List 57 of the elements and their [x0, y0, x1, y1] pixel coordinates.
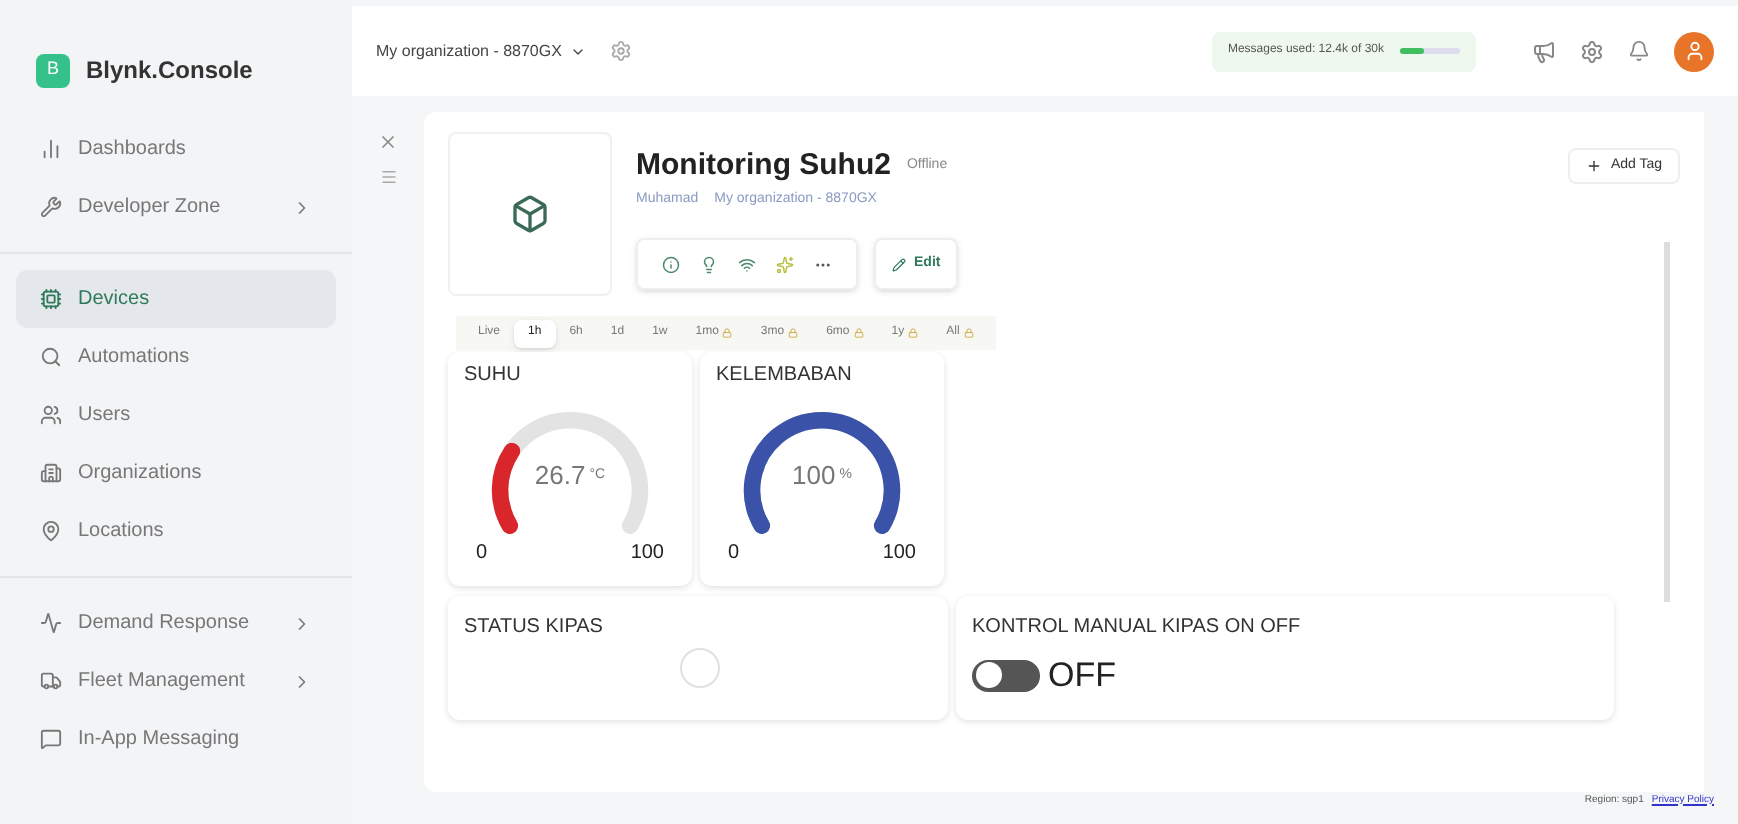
pencil-icon: [892, 257, 906, 271]
info-icon[interactable]: [662, 255, 680, 273]
device-title: Monitoring Suhu2: [636, 146, 891, 186]
wrench-icon: [40, 196, 62, 218]
sidebar-item[interactable]: Developer Zone: [16, 178, 336, 236]
sidebar-item[interactable]: Organizations: [16, 444, 336, 502]
gauge-value: 26.7$^{°C}$: [534, 458, 606, 495]
lock-icon: [963, 328, 974, 338]
sidebar-item[interactable]: Locations: [16, 502, 336, 560]
user-icon: [1683, 40, 1705, 62]
widget-title: KONTROL MANUAL KIPAS ON OFF: [972, 614, 1303, 642]
gauge-max: 100: [630, 540, 664, 568]
truck-icon: [40, 670, 62, 692]
megaphone-icon[interactable]: [1532, 39, 1556, 63]
search-icon: [40, 346, 62, 368]
users-icon: [40, 404, 62, 426]
pulse-icon: [40, 612, 62, 634]
sidebar-item[interactable]: Demand Response: [16, 594, 336, 652]
cube-icon: [510, 194, 550, 234]
bulb-icon[interactable]: [700, 255, 718, 273]
lock-icon: [853, 328, 864, 338]
sidebar-item[interactable]: Users: [16, 386, 336, 444]
sidebar-item[interactable]: In-App Messaging: [16, 710, 336, 768]
gear-icon[interactable]: [609, 40, 632, 62]
gauge-value: 100$^{%}$: [792, 458, 852, 495]
chart-icon: [40, 138, 62, 160]
settings-icon[interactable]: [1580, 39, 1604, 63]
lock-icon: [908, 328, 919, 338]
avatar[interactable]: [1674, 31, 1714, 71]
logo: B: [36, 53, 70, 87]
lock-icon: [722, 328, 733, 338]
widget-title: SUHU: [464, 362, 523, 390]
sparkle-icon[interactable]: [776, 255, 794, 273]
lock-icon: [788, 328, 799, 338]
sidebar-item[interactable]: Fleet Management: [16, 652, 336, 710]
gauge-min: 0: [476, 540, 488, 568]
widget-title: KELEMBABAN: [716, 362, 854, 390]
message-icon: [40, 728, 62, 750]
close-icon[interactable]: [378, 132, 398, 152]
plus-icon: [1586, 158, 1603, 175]
building-icon: [40, 462, 62, 484]
widget-title: STATUS KIPAS: [464, 614, 605, 642]
usage-track: [1400, 48, 1460, 54]
pin-icon: [40, 520, 62, 542]
switch-state: OFF: [1048, 654, 1116, 698]
bell-icon[interactable]: [1628, 40, 1650, 62]
sidebar-item[interactable]: Automations: [16, 328, 336, 386]
org-selector[interactable]: My organization - 8870GX: [376, 39, 586, 63]
wifi-icon[interactable]: [738, 255, 756, 273]
gauge-max: 100: [882, 540, 916, 568]
menu-icon[interactable]: [379, 168, 397, 186]
sidebar-item[interactable]: Dashboards: [16, 120, 336, 178]
sidebar-item[interactable]: Devices: [16, 270, 336, 328]
brand-name: Blynk.Console: [86, 54, 253, 88]
toggle-switch[interactable]: [972, 659, 1040, 692]
chip-icon: [40, 288, 62, 310]
gauge-min: 0: [728, 540, 740, 568]
